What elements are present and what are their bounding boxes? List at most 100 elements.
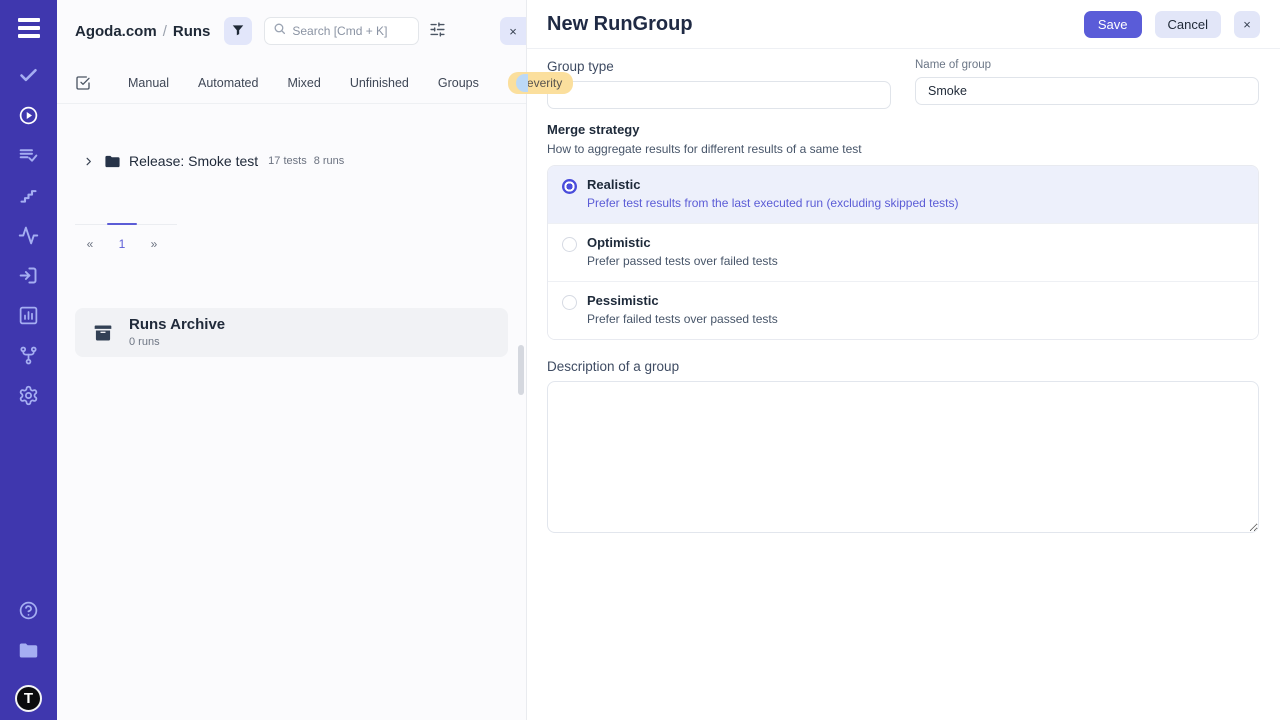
search-icon <box>273 22 286 40</box>
truncated-filter-badge[interactable] <box>516 74 528 92</box>
description-label: Description of a group <box>547 359 1259 374</box>
sidebar-item-settings[interactable] <box>0 378 57 418</box>
description-section: Description of a group <box>547 359 1259 538</box>
folder-filled-icon <box>104 153 121 170</box>
option-optimistic[interactable]: Optimistic Prefer passed tests over fail… <box>548 223 1258 281</box>
sidebar-item-pulse[interactable] <box>0 218 57 258</box>
option-optimistic-title: Optimistic <box>587 235 778 250</box>
tab-mixed[interactable]: Mixed <box>287 70 320 96</box>
run-group-title[interactable]: Release: Smoke test <box>129 153 258 169</box>
radio-unselected-icon[interactable] <box>562 295 577 310</box>
option-realistic-description: Prefer test results from the last execut… <box>587 196 959 210</box>
sidebar-item-projects[interactable] <box>0 633 57 673</box>
search-box[interactable] <box>264 17 419 45</box>
merge-strategy-section: Merge strategy How to aggregate results … <box>547 122 1259 340</box>
group-type-label: Group type <box>547 59 891 74</box>
stairs-icon <box>18 185 39 211</box>
pagination: « 1 » <box>75 224 177 256</box>
breadcrumb-project[interactable]: Agoda.com <box>75 23 157 40</box>
option-realistic[interactable]: Realistic Prefer test results from the l… <box>548 166 1258 223</box>
cancel-button[interactable]: Cancel <box>1155 11 1221 38</box>
sidebar-item-runs[interactable] <box>0 98 57 138</box>
sidebar-item-import[interactable] <box>0 258 57 298</box>
merge-strategy-options: Realistic Prefer test results from the l… <box>547 165 1259 340</box>
play-circle-icon <box>18 105 39 131</box>
tab-unfinished[interactable]: Unfinished <box>350 70 409 96</box>
option-realistic-title: Realistic <box>587 177 959 192</box>
run-group-runs-count: 8 runs <box>314 155 345 167</box>
save-button[interactable]: Save <box>1084 11 1142 38</box>
search-input[interactable] <box>292 24 412 38</box>
sidebar: T <box>0 0 57 720</box>
run-group-tests-count: 17 tests <box>268 155 307 167</box>
option-pessimistic-title: Pessimistic <box>587 293 778 308</box>
prev-page-button[interactable]: « <box>75 232 105 256</box>
sidebar-nav <box>0 58 57 418</box>
sidebar-item-branches[interactable] <box>0 338 57 378</box>
sliders-icon <box>429 21 446 41</box>
view-settings-button[interactable] <box>429 21 446 41</box>
activity-icon <box>18 225 39 251</box>
collapse-panel-button[interactable]: × <box>500 17 526 45</box>
filter-button[interactable] <box>224 17 252 45</box>
breadcrumb[interactable]: Agoda.com/Runs <box>75 23 210 40</box>
funnel-icon <box>231 23 245 40</box>
rungroup-form: Group type Name of group Merge strategy … <box>527 49 1280 538</box>
bar-chart-icon <box>18 305 39 331</box>
description-textarea[interactable] <box>547 381 1259 533</box>
tab-automated[interactable]: Automated <box>198 70 258 96</box>
sidebar-item-test-plans[interactable] <box>0 138 57 178</box>
panel-header: New RunGroup Save Cancel × <box>527 0 1280 49</box>
merge-strategy-label: Merge strategy <box>547 122 1259 137</box>
help-circle-icon <box>18 600 39 626</box>
close-panel-button[interactable]: × <box>1234 11 1260 38</box>
name-of-group-input[interactable] <box>915 77 1259 105</box>
sidebar-item-help[interactable] <box>0 593 57 633</box>
next-page-button[interactable]: » <box>139 232 169 256</box>
group-type-field: Group type <box>547 59 891 109</box>
git-fork-icon <box>18 345 39 371</box>
sidebar-item-milestones[interactable] <box>0 178 57 218</box>
check-icon <box>18 65 39 91</box>
chevron-right-icon[interactable] <box>83 156 94 167</box>
tab-manual[interactable]: Manual <box>128 70 169 96</box>
select-runs-icon[interactable] <box>75 75 91 91</box>
runs-list-panel: Agoda.com/Runs × <box>57 0 527 720</box>
breadcrumb-section[interactable]: Runs <box>173 23 211 40</box>
group-type-input[interactable] <box>547 81 891 109</box>
name-of-group-label: Name of group <box>915 59 1259 71</box>
runs-archive-row[interactable]: Runs Archive 0 runs <box>75 308 508 357</box>
list-check-icon <box>18 145 39 171</box>
hamburger-menu-icon[interactable] <box>0 0 57 56</box>
filter-tabs: Manual Automated Mixed Unfinished Groups… <box>57 62 526 104</box>
runs-toolbar: Agoda.com/Runs × <box>57 0 526 62</box>
option-pessimistic[interactable]: Pessimistic Prefer failed tests over pas… <box>548 281 1258 339</box>
page-title: New RunGroup <box>547 13 1084 36</box>
panel-resize-handle[interactable] <box>518 345 524 395</box>
archive-box-icon <box>93 323 113 343</box>
radio-unselected-icon[interactable] <box>562 237 577 252</box>
active-page-indicator <box>107 223 137 225</box>
run-group-row[interactable]: Release: Smoke test 17 tests 8 runs <box>57 146 526 176</box>
sidebar-bottom: T <box>0 593 57 712</box>
tab-groups[interactable]: Groups <box>438 70 479 96</box>
radio-selected-icon[interactable] <box>562 179 577 194</box>
option-pessimistic-description: Prefer failed tests over passed tests <box>587 312 778 326</box>
folder-icon <box>18 640 39 666</box>
archive-runs-count: 0 runs <box>129 336 225 348</box>
hamburger-bars <box>18 18 40 38</box>
app-window: T Agoda.com/Runs <box>0 0 1280 720</box>
new-rungroup-panel: New RunGroup Save Cancel × Group type Na… <box>527 0 1280 720</box>
option-optimistic-description: Prefer passed tests over failed tests <box>587 254 778 268</box>
import-icon <box>18 265 39 291</box>
archive-text: Runs Archive 0 runs <box>129 317 225 348</box>
page-1-button[interactable]: 1 <box>107 232 137 256</box>
sidebar-item-analytics[interactable] <box>0 298 57 338</box>
avatar[interactable]: T <box>15 685 42 712</box>
avatar-letter: T <box>24 690 33 707</box>
breadcrumb-separator: / <box>157 23 173 40</box>
merge-strategy-hint: How to aggregate results for different r… <box>547 142 1259 156</box>
form-row-top: Group type Name of group <box>547 59 1259 109</box>
sidebar-item-tests[interactable] <box>0 58 57 98</box>
name-of-group-field: Name of group <box>915 59 1259 109</box>
